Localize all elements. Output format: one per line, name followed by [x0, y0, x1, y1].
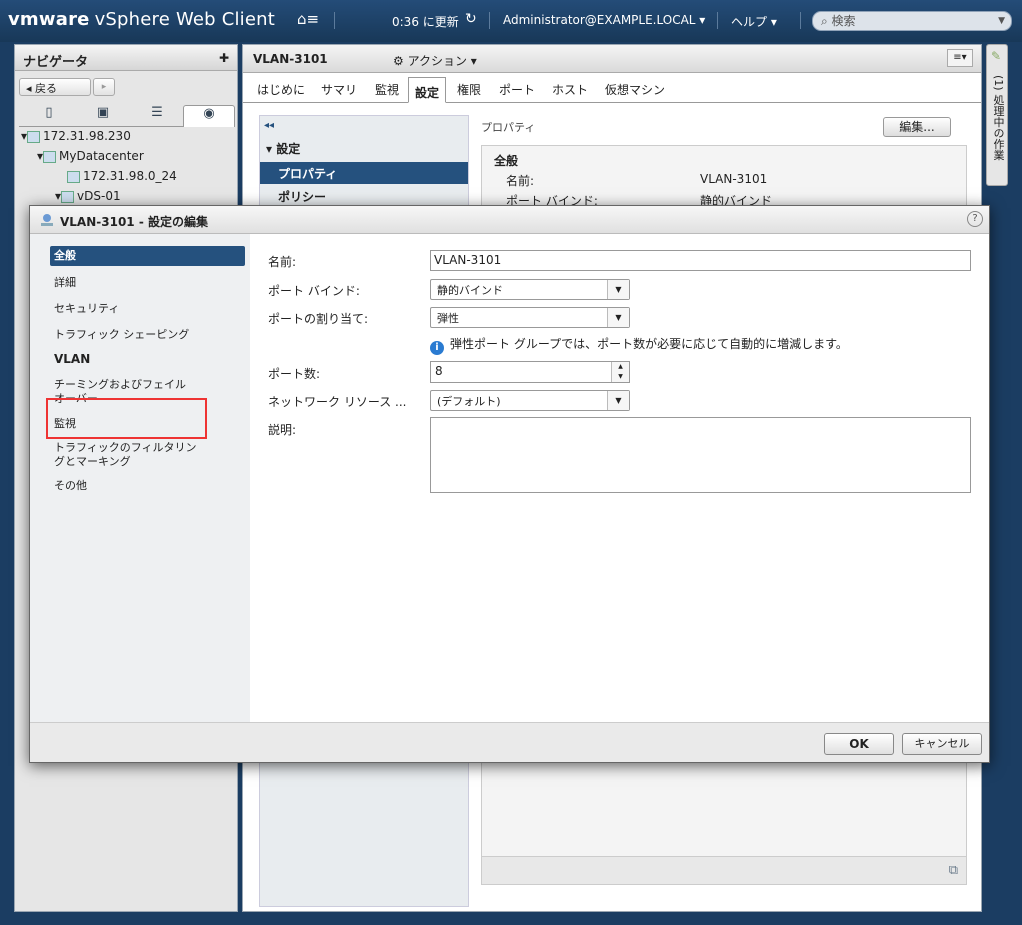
- search-icon: ⌕: [821, 14, 832, 28]
- tab-vms[interactable]: 仮想マシン: [605, 81, 665, 98]
- search-input[interactable]: ⌕ 検索 ▼: [812, 11, 1012, 31]
- tab-hosts[interactable]: ホスト: [552, 81, 588, 98]
- forward-button[interactable]: ▸: [93, 78, 115, 96]
- tasks-strip[interactable]: ✎ (1) 処理中の作業: [986, 44, 1008, 186]
- general-heading: 全般: [494, 154, 519, 168]
- port-count-stepper[interactable]: 8 ▲ ▼: [430, 361, 630, 383]
- tab-permissions[interactable]: 権限: [457, 81, 481, 98]
- navigator-tabs: ▯ ▣ ☰ ◉: [19, 103, 235, 127]
- name-input[interactable]: VLAN-3101: [430, 250, 971, 271]
- vcenter-icon: [27, 130, 41, 143]
- back-button[interactable]: ◂ 戻る: [19, 78, 91, 96]
- edit-button[interactable]: 編集...: [883, 117, 951, 137]
- navigator-title: ナビゲータ: [23, 55, 89, 70]
- tab-getting-started[interactable]: はじめに: [257, 81, 305, 98]
- stepper-arrows-icon[interactable]: ▲ ▼: [611, 362, 629, 382]
- edit-settings-dialog: VLAN-3101 - 設定の編集 ? 全般 詳細 セキュリティ トラフィック …: [29, 205, 990, 763]
- properties-label: プロパティ: [481, 121, 536, 134]
- chevron-down-icon: ▼: [998, 16, 1005, 26]
- dialog-nav-monitoring[interactable]: 監視: [54, 417, 76, 431]
- tasks-in-progress-label: (1) 処理中の作業: [992, 75, 1005, 161]
- properties-footer: ⧉: [482, 856, 966, 884]
- dialog-nav-security[interactable]: セキュリティ: [54, 302, 119, 316]
- settings-item-policies[interactable]: ポリシー: [278, 188, 326, 205]
- tree-item-portgroup[interactable]: 172.31.98.0_24: [67, 167, 177, 187]
- dialog-nav-misc[interactable]: その他: [54, 479, 87, 493]
- switch-icon: [61, 190, 75, 203]
- port-count-label: ポート数:: [268, 367, 321, 381]
- panel-menu-button[interactable]: ≡▾: [947, 49, 973, 67]
- datacenter-icon: [43, 150, 57, 163]
- networking-tab-icon[interactable]: ◉: [183, 105, 235, 127]
- home-icon[interactable]: ⌂≡: [297, 10, 319, 28]
- port-alloc-select[interactable]: 弾性 ▼: [430, 307, 630, 328]
- dialog-title: VLAN-3101 - 設定の編集: [60, 215, 208, 229]
- chevron-down-icon: ▼: [607, 391, 629, 410]
- app-brand: vmware vSphere Web Client: [8, 9, 276, 30]
- network-resource-select[interactable]: (デフォルト) ▼: [430, 390, 630, 411]
- port-alloc-label: ポートの割り当て:: [268, 312, 369, 326]
- help-icon[interactable]: ?: [967, 211, 983, 227]
- settings-header[interactable]: ▾ 設定: [266, 140, 300, 157]
- pin-icon[interactable]: ✚: [219, 51, 229, 65]
- tree-item-vcenter[interactable]: ▾ 172.31.98.230: [21, 127, 131, 147]
- dialog-nav-teaming-line1[interactable]: チーミングおよびフェイル: [54, 378, 186, 392]
- help-menu[interactable]: ヘルプ ▾: [731, 13, 777, 30]
- chevron-down-icon: ▼: [607, 308, 629, 327]
- network-resource-label: ネットワーク リソース ...: [268, 395, 407, 409]
- tree-item-datacenter[interactable]: ▾ MyDatacenter: [37, 147, 144, 167]
- dialog-nav-vlan[interactable]: VLAN: [54, 352, 90, 366]
- portgroup-icon: [41, 214, 53, 226]
- settings-item-properties[interactable]: プロパティ: [260, 162, 468, 184]
- tab-summary[interactable]: サマリ: [321, 81, 357, 98]
- dialog-nav-traffic-shaping[interactable]: トラフィック シェーピング: [54, 328, 189, 342]
- chevron-down-icon: ▼: [607, 280, 629, 299]
- user-menu[interactable]: Administrator@EXAMPLE.LOCAL ▾: [503, 13, 705, 27]
- last-updated-time: 0:36 に更新: [392, 15, 459, 29]
- dialog-form: 名前: VLAN-3101 ポート バインド: 静的バインド ▼ ポートの割り当て…: [250, 234, 989, 722]
- object-tabs: はじめに サマリ 監視 設定 権限 ポート ホスト 仮想マシン: [243, 75, 981, 103]
- tree-item-switch[interactable]: ▾ vDS-01: [55, 187, 121, 207]
- tab-monitor[interactable]: 監視: [375, 81, 399, 98]
- name-label: 名前:: [268, 255, 297, 269]
- prop-name-label: 名前:: [506, 174, 535, 188]
- tab-configure[interactable]: 設定: [408, 77, 447, 103]
- ok-button[interactable]: OK: [824, 733, 894, 755]
- cancel-button[interactable]: キャンセル: [902, 733, 982, 755]
- tasks-icon: ✎: [991, 49, 1002, 63]
- description-textarea[interactable]: [430, 417, 971, 493]
- port-bind-select[interactable]: 静的バインド ▼: [430, 279, 630, 300]
- dialog-nav-filtering-line1[interactable]: トラフィックのフィルタリン: [54, 441, 197, 455]
- collapse-icon[interactable]: ◂◂: [264, 120, 274, 131]
- top-bar: vmware vSphere Web Client ⌂≡ 0:36 に更新 ↻ A…: [0, 0, 1022, 42]
- vms-templates-tab-icon[interactable]: ▣: [77, 105, 129, 127]
- storage-tab-icon[interactable]: ☰: [131, 105, 183, 127]
- info-icon: i: [430, 341, 444, 355]
- portgroup-icon: [67, 170, 80, 183]
- dialog-nav: 全般 詳細 セキュリティ トラフィック シェーピング VLAN チーミングおよび…: [30, 234, 250, 722]
- hosts-clusters-tab-icon[interactable]: ▯: [23, 105, 75, 127]
- dialog-nav-filtering-line2[interactable]: グとマーキング: [54, 455, 131, 469]
- tab-ports[interactable]: ポート: [499, 81, 535, 98]
- info-message: i 弾性ポート グループでは、ポート数が必要に応じて自動的に増減します。: [430, 335, 848, 355]
- dialog-nav-advanced[interactable]: 詳細: [54, 276, 76, 290]
- dialog-nav-general[interactable]: 全般: [50, 246, 245, 266]
- actions-menu[interactable]: ⚙ アクション ▾: [393, 52, 477, 69]
- object-title: VLAN-3101: [253, 52, 328, 66]
- refresh-icon[interactable]: ↻: [465, 11, 477, 27]
- description-label: 説明:: [268, 423, 297, 437]
- prop-name-value: VLAN-3101: [700, 172, 768, 186]
- copy-icon[interactable]: ⧉: [949, 863, 958, 878]
- port-bind-label: ポート バインド:: [268, 284, 360, 298]
- dialog-footer: OK キャンセル: [30, 722, 989, 762]
